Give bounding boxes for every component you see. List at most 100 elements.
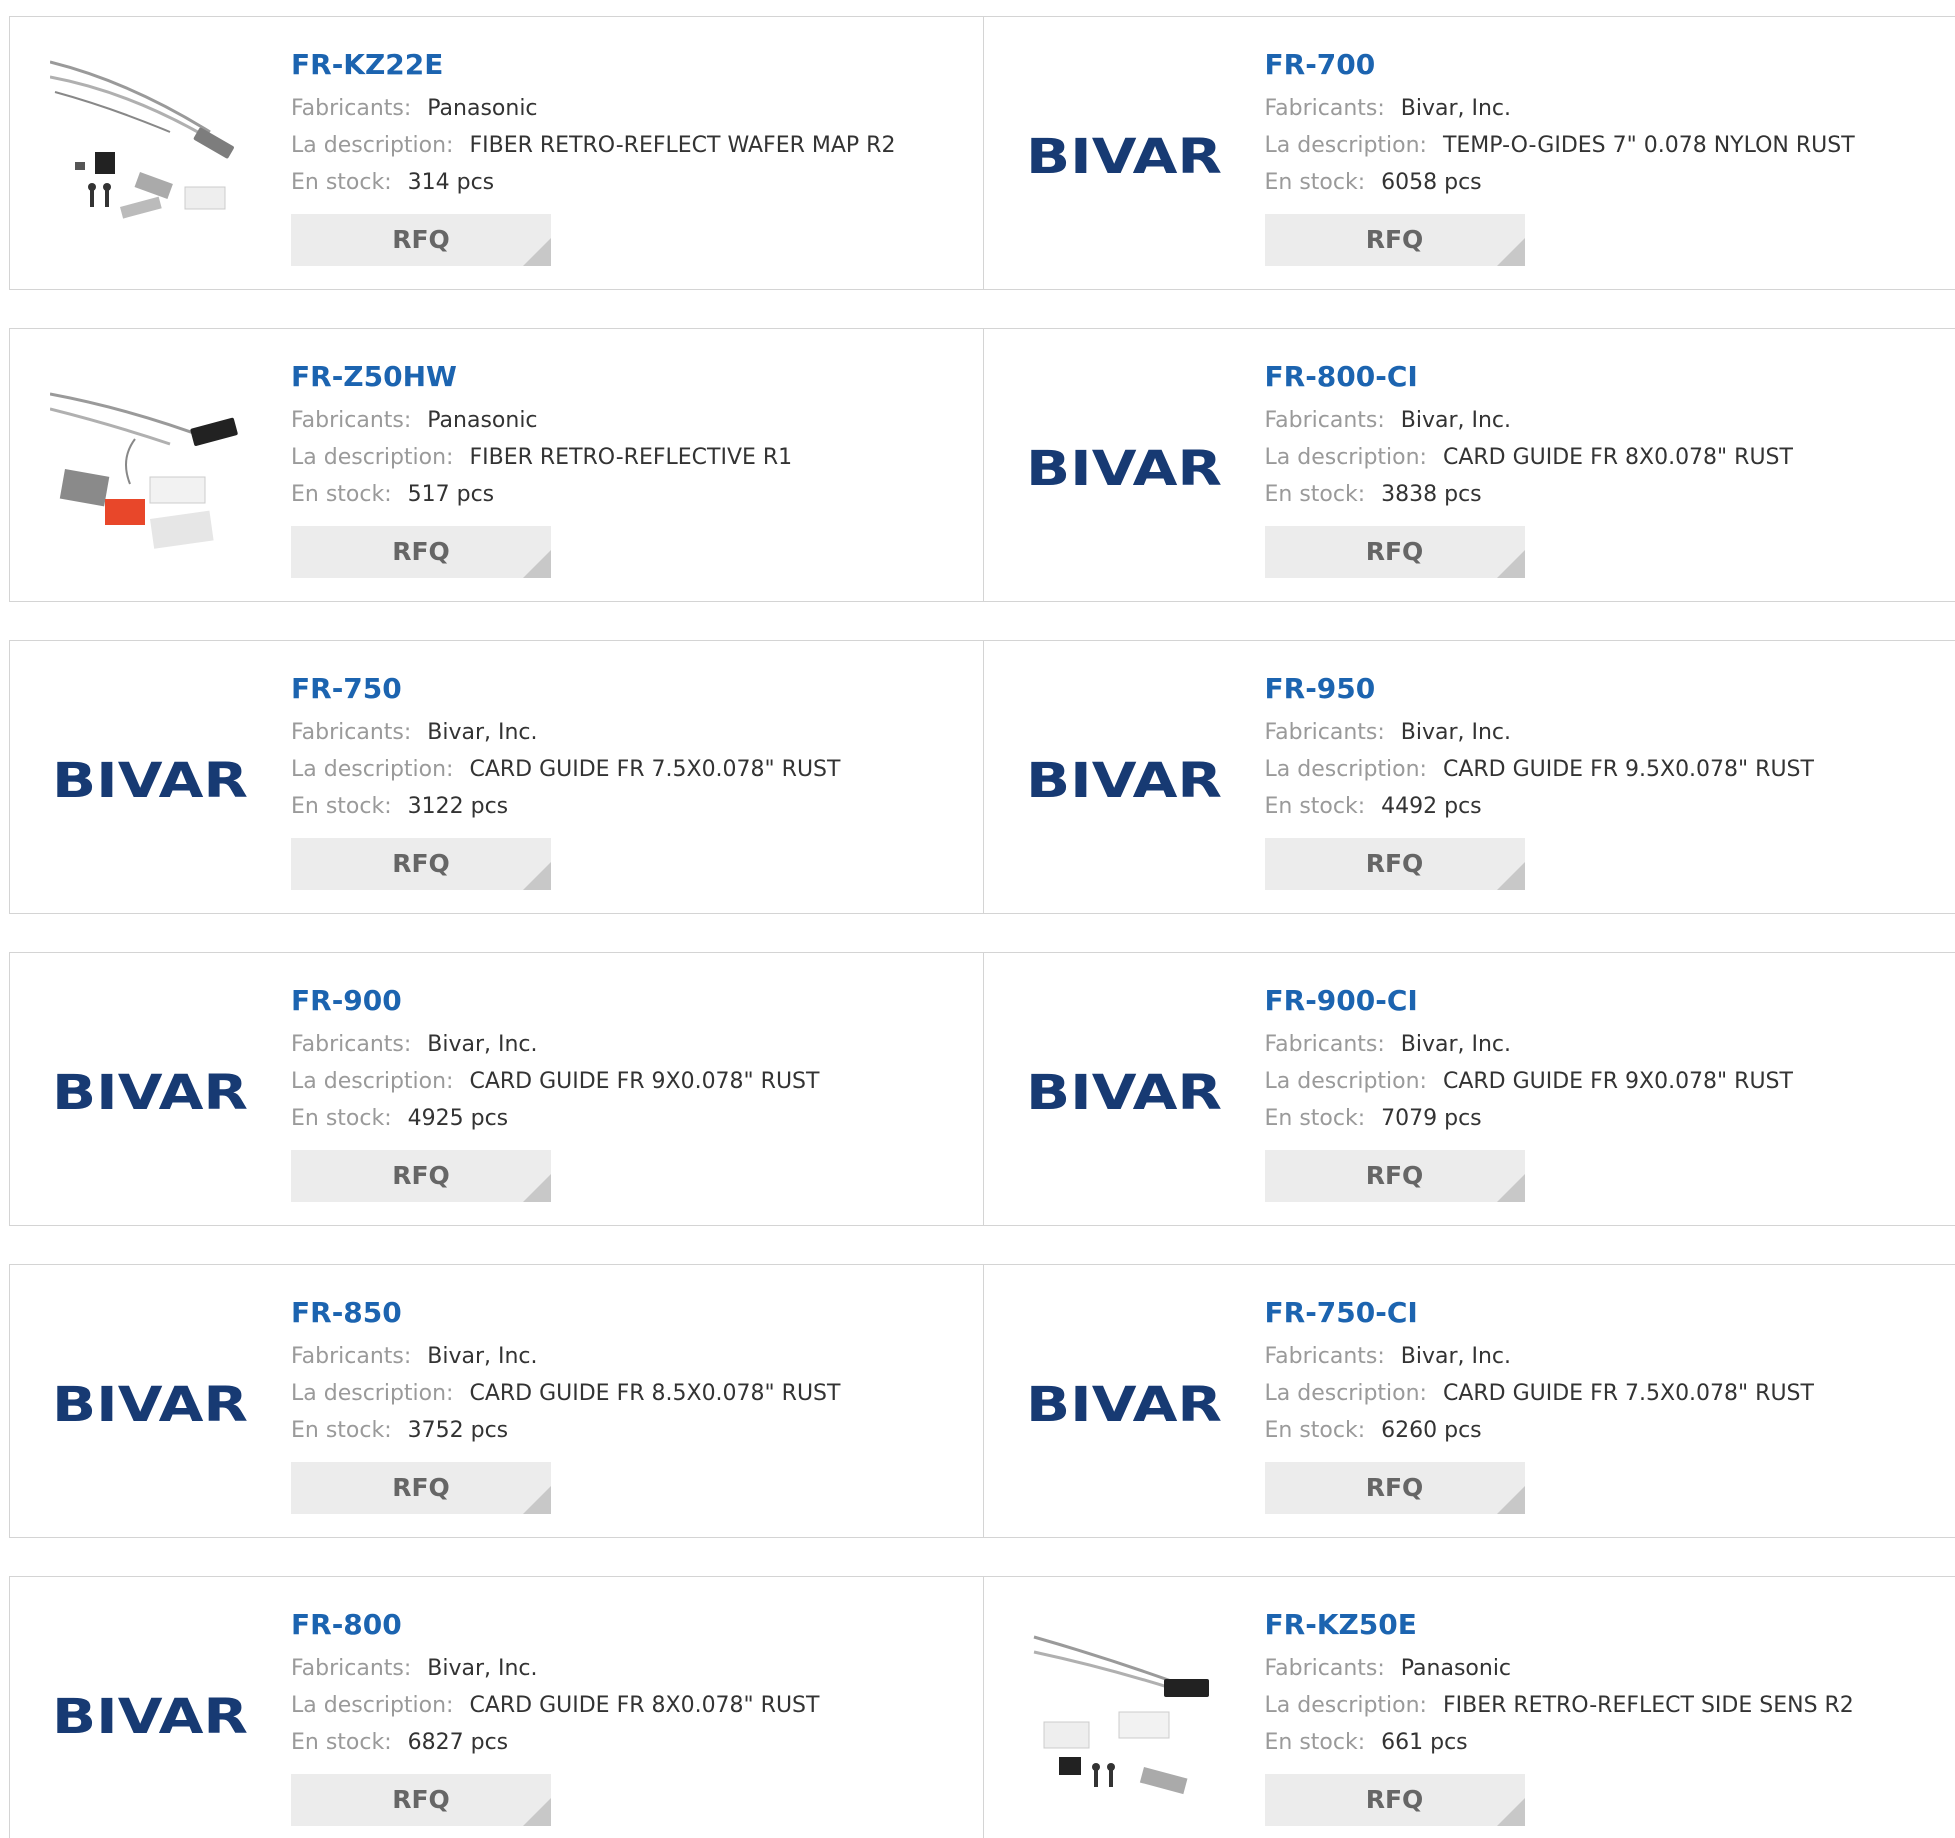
manufacturer-label: Fabricants:: [291, 1032, 412, 1057]
description-label: La description:: [1264, 445, 1427, 470]
rfq-button[interactable]: RFQ: [1264, 1462, 1525, 1514]
stock-label: En stock:: [1264, 1730, 1366, 1755]
corner-triangle-icon: [1496, 1486, 1525, 1514]
description-label: La description:: [1264, 757, 1427, 782]
description-line: La description: CARD GUIDE FR 7.5X0.078" …: [1265, 1375, 1946, 1412]
product-image[interactable]: BIVAR: [50, 993, 250, 1193]
manufacturer-label: Fabricants:: [1264, 96, 1385, 121]
part-number-link[interactable]: FR-800-CI: [1265, 359, 1946, 395]
description-label: La description:: [1264, 1693, 1427, 1718]
product-image[interactable]: [50, 57, 250, 257]
product-row: BIVAR FR-900 Fabricants: Bivar, Inc. La d…: [9, 952, 1955, 1226]
rfq-label: RFQ: [392, 1473, 450, 1502]
part-number-link[interactable]: FR-950: [1265, 671, 1946, 707]
rfq-button[interactable]: RFQ: [1264, 526, 1525, 578]
description-label: La description:: [291, 757, 454, 782]
description-label: La description:: [1264, 133, 1427, 158]
product-image[interactable]: BIVAR: [50, 681, 250, 881]
rfq-button[interactable]: RFQ: [291, 1150, 551, 1202]
description-line: La description: TEMP-O-GIDES 7" 0.078 NYL…: [1265, 127, 1946, 164]
manufacturer-line: Fabricants: Bivar, Inc.: [1265, 90, 1946, 127]
part-number-link[interactable]: FR-KZ50E: [1265, 1607, 1946, 1643]
product-row: FR-KZ22E Fabricants: Panasonic La descrip…: [9, 16, 1955, 290]
product-image[interactable]: BIVAR: [1024, 1305, 1224, 1505]
description-line: La description: CARD GUIDE FR 9.5X0.078" …: [1265, 751, 1946, 788]
rfq-label: RFQ: [392, 849, 450, 878]
product-image[interactable]: BIVAR: [1024, 681, 1224, 881]
bivar-logo: BIVAR: [1026, 441, 1222, 497]
manufacturer-line: Fabricants: Bivar, Inc.: [291, 1650, 973, 1687]
description-value: CARD GUIDE FR 9.5X0.078" RUST: [1442, 757, 1814, 782]
description-line: La description: FIBER RETRO-REFLECT SIDE …: [1265, 1687, 1946, 1724]
manufacturer-label: Fabricants:: [1264, 1656, 1385, 1681]
bivar-logo: BIVAR: [1026, 129, 1222, 185]
description-value: TEMP-O-GIDES 7" 0.078 NYLON RUST: [1442, 133, 1855, 158]
corner-triangle-icon: [523, 1798, 551, 1826]
manufacturer-line: Fabricants: Bivar, Inc.: [1265, 1338, 1946, 1375]
product-image[interactable]: BIVAR: [1024, 993, 1224, 1193]
rfq-label: RFQ: [392, 1785, 450, 1814]
bivar-logo-text: BIVAR: [1026, 753, 1222, 809]
manufacturer-value: Bivar, Inc.: [427, 1032, 538, 1057]
rfq-button[interactable]: RFQ: [291, 1774, 551, 1826]
part-number-link[interactable]: FR-850: [291, 1295, 973, 1331]
rfq-button[interactable]: RFQ: [1264, 1774, 1525, 1826]
stock-line: En stock: 314 pcs: [291, 164, 973, 201]
bivar-logo: BIVAR: [1026, 1377, 1222, 1433]
bivar-logo: BIVAR: [52, 753, 248, 809]
rfq-button[interactable]: RFQ: [1264, 1150, 1525, 1202]
stock-line: En stock: 4925 pcs: [291, 1100, 973, 1137]
stock-line: En stock: 661 pcs: [1265, 1724, 1946, 1761]
product-info: FR-KZ50E Fabricants: Panasonic La descrip…: [1264, 1607, 1946, 1826]
description-line: La description: CARD GUIDE FR 9X0.078" RU…: [291, 1063, 973, 1100]
product-card: BIVAR FR-800-CI Fabricants: Bivar, Inc. L…: [982, 329, 1955, 601]
stock-label: En stock:: [1264, 794, 1366, 819]
part-number-link[interactable]: FR-Z50HW: [291, 359, 973, 395]
product-image[interactable]: BIVAR: [50, 1617, 250, 1817]
rfq-label: RFQ: [392, 1161, 450, 1190]
manufacturer-label: Fabricants:: [291, 720, 412, 745]
part-number-link[interactable]: FR-KZ22E: [291, 47, 973, 83]
part-number-link[interactable]: FR-700: [1265, 47, 1946, 83]
description-label: La description:: [1264, 1381, 1427, 1406]
rfq-button[interactable]: RFQ: [1264, 214, 1525, 266]
rfq-button[interactable]: RFQ: [291, 1462, 551, 1514]
bivar-logo-text: BIVAR: [1026, 1377, 1222, 1433]
product-image[interactable]: BIVAR: [1024, 369, 1224, 569]
stock-label: En stock:: [1264, 170, 1366, 195]
rfq-button[interactable]: RFQ: [291, 526, 551, 578]
description-value: FIBER RETRO-REFLECTIVE R1: [469, 445, 793, 470]
part-number-link[interactable]: FR-750: [291, 671, 973, 707]
part-number-link[interactable]: FR-900-CI: [1265, 983, 1946, 1019]
description-label: La description:: [291, 445, 454, 470]
manufacturer-line: Fabricants: Panasonic: [291, 90, 973, 127]
description-value: FIBER RETRO-REFLECT WAFER MAP R2: [469, 133, 896, 158]
corner-triangle-icon: [523, 1486, 551, 1514]
bivar-logo-text: BIVAR: [52, 753, 248, 809]
description-line: La description: FIBER RETRO-REFLECT WAFER…: [291, 127, 973, 164]
rfq-button[interactable]: RFQ: [1264, 838, 1525, 890]
description-value: CARD GUIDE FR 8.5X0.078" RUST: [469, 1381, 841, 1406]
part-number-link[interactable]: FR-900: [291, 983, 973, 1019]
description-line: La description: FIBER RETRO-REFLECTIVE R1: [291, 439, 973, 476]
bivar-logo-text: BIVAR: [52, 1377, 248, 1433]
description-line: La description: CARD GUIDE FR 7.5X0.078" …: [291, 751, 973, 788]
part-number-link[interactable]: FR-750-CI: [1265, 1295, 1946, 1331]
stock-label: En stock:: [291, 1106, 392, 1131]
fiber-sensor-icon: [1033, 1635, 1209, 1795]
product-image[interactable]: [50, 369, 250, 569]
product-card: FR-KZ50E Fabricants: Panasonic La descrip…: [982, 1577, 1955, 1838]
rfq-button[interactable]: RFQ: [291, 838, 551, 890]
manufacturer-line: Fabricants: Bivar, Inc.: [291, 1338, 973, 1375]
manufacturer-label: Fabricants:: [1264, 720, 1385, 745]
manufacturer-line: Fabricants: Bivar, Inc.: [1265, 402, 1946, 439]
part-number-link[interactable]: FR-800: [291, 1607, 973, 1643]
product-grid: FR-KZ22E Fabricants: Panasonic La descrip…: [0, 0, 1955, 1838]
stock-line: En stock: 6827 pcs: [291, 1724, 973, 1761]
product-image[interactable]: BIVAR: [50, 1305, 250, 1505]
rfq-button[interactable]: RFQ: [291, 214, 551, 266]
product-image[interactable]: BIVAR: [1024, 57, 1224, 257]
corner-triangle-icon: [1496, 1798, 1525, 1826]
product-image[interactable]: [1024, 1617, 1224, 1817]
product-card: FR-KZ22E Fabricants: Panasonic La descrip…: [10, 17, 983, 289]
